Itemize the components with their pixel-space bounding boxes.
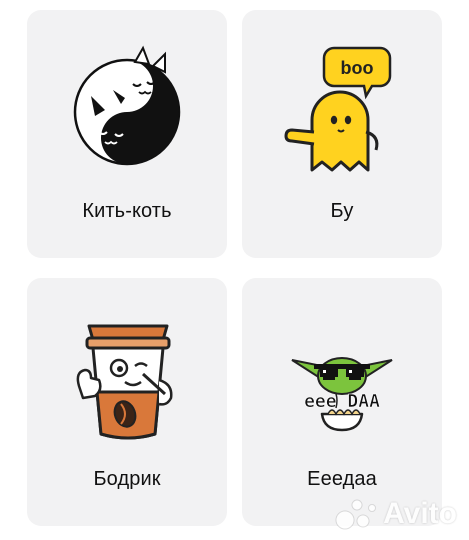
sticker-title: Бодрик	[93, 468, 161, 490]
boo-ghost-icon: boo	[284, 46, 392, 172]
yin-yang-cats-icon	[73, 45, 181, 166]
sticker-title: Ееедаа	[307, 468, 377, 490]
sticker-title: Кить-коть	[82, 200, 172, 222]
sticker-card-boo[interactable]: boo Бу	[242, 10, 442, 258]
sticker-grid: Кить-коть boo Бу Бодрик eee DAA Ееедаа A…	[0, 0, 469, 540]
avito-watermark-text: Avito	[383, 497, 457, 530]
sticker-card-kit-kot[interactable]: Кить-коть	[27, 10, 227, 258]
sticker-title: Бу	[330, 200, 354, 222]
baby-yoda-eating-icon: eee DAA	[291, 357, 393, 432]
boo-bubble-text: boo	[341, 58, 374, 78]
avito-watermark: Avito	[335, 496, 457, 532]
sticker-card-eeedaa[interactable]: eee DAA Ееедаа	[242, 278, 442, 526]
coffee-cup-mascot-icon	[76, 324, 173, 440]
avito-dots-icon	[335, 499, 377, 530]
eeedaa-caption: eee DAA	[304, 391, 380, 412]
sticker-card-bodrik[interactable]: Бодрик	[27, 278, 227, 526]
